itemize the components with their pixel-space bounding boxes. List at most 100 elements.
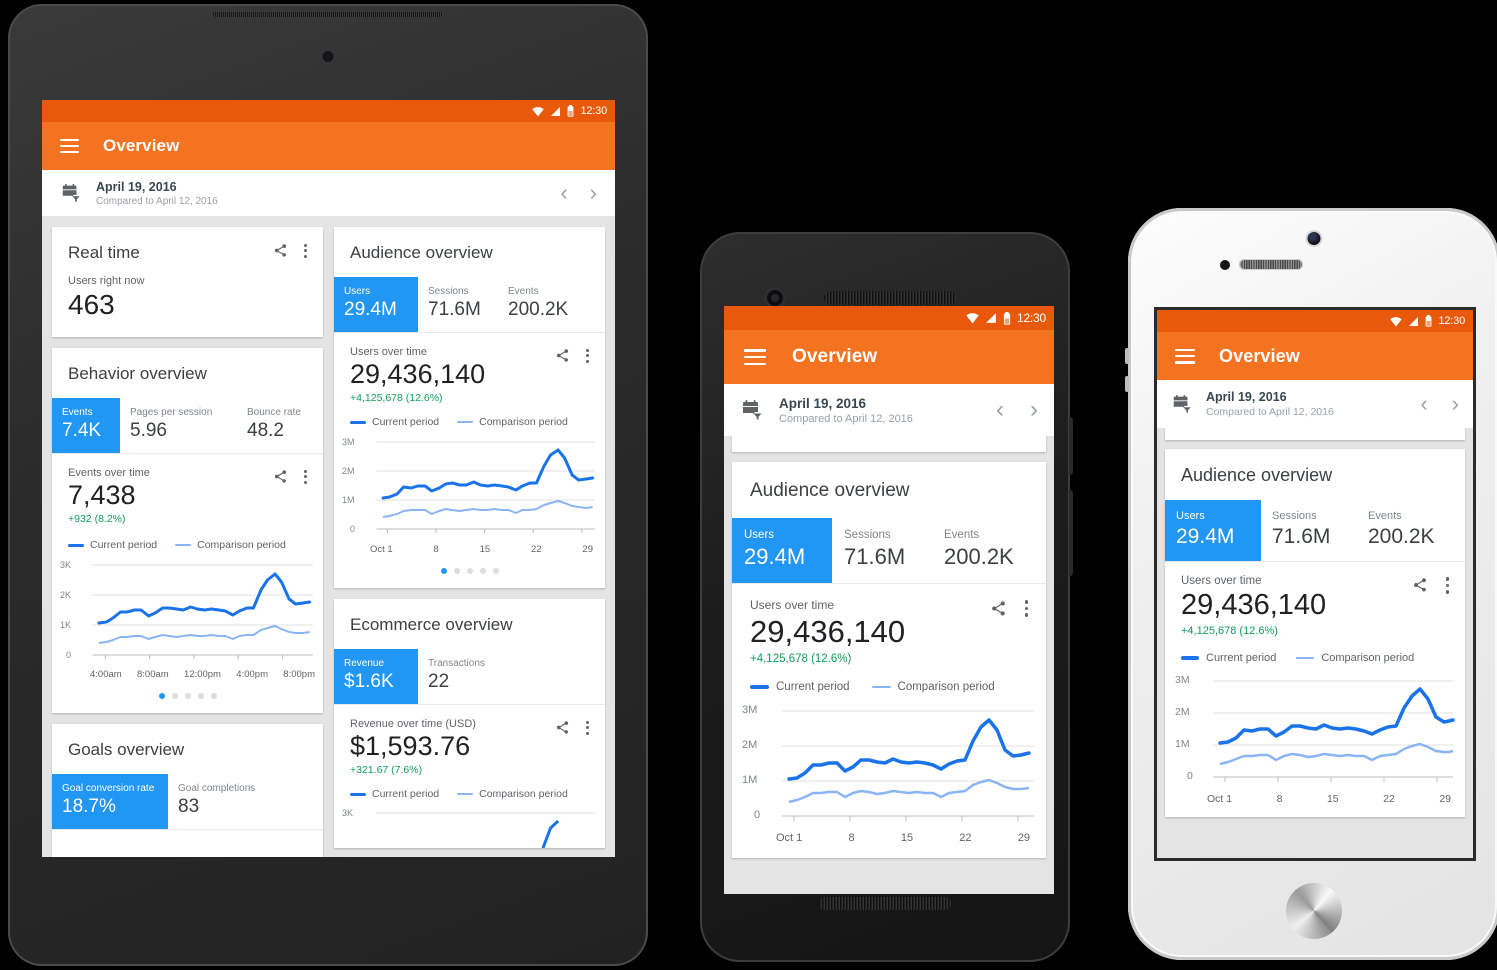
- y-tick-3m: 3M: [1175, 674, 1190, 686]
- date-compare-label: Compared to April 12, 2016: [1206, 406, 1334, 418]
- card-audience-overview: Audience overview Users 29.4M Sessions 7…: [334, 227, 605, 588]
- audience-page-dots[interactable]: [334, 555, 605, 588]
- x-tick: Oct 1: [370, 544, 393, 555]
- phone-dashboard-scroll[interactable]: Audience overview Users 29.4M Sessions 7…: [1157, 428, 1473, 858]
- metric-transactions[interactable]: Transactions 22: [418, 649, 605, 704]
- metric-revenue[interactable]: Revenue $1.6K: [334, 649, 418, 704]
- tablet-date-bar[interactable]: April 19, 2016 Compared to April 12, 201…: [42, 170, 615, 216]
- prev-period-button[interactable]: ‹: [1420, 393, 1427, 415]
- metric-sessions[interactable]: Sessions 71.6M: [1261, 500, 1357, 561]
- x-tick: 8:00pm: [283, 669, 315, 680]
- legend-current-period: Current period: [350, 788, 439, 800]
- prev-period-button[interactable]: ‹: [996, 398, 1004, 422]
- metric-label: Events: [62, 407, 93, 418]
- metric-goal-conversion-rate[interactable]: Goal conversion rate 18.7%: [52, 774, 168, 829]
- legend-current-period: Current period: [750, 681, 850, 693]
- volume-button[interactable]: [1069, 490, 1073, 576]
- legend-comparison-period: Comparison period: [457, 416, 568, 428]
- card-title: Ecommerce overview: [350, 615, 513, 634]
- share-icon[interactable]: [555, 348, 570, 363]
- realtime-label: Users right now: [68, 275, 145, 287]
- metric-events[interactable]: Events 200.2K: [498, 277, 605, 332]
- legend-label: Current period: [1206, 652, 1277, 664]
- metric-bounce-rate[interactable]: Bounce rate 48.2: [237, 398, 323, 453]
- share-icon[interactable]: [555, 720, 570, 735]
- y-tick-1m: 1M: [1175, 738, 1190, 750]
- more-vertical-icon[interactable]: [1024, 600, 1028, 617]
- behavior-chart: 3K 2K 1K 0: [60, 557, 315, 669]
- next-period-button[interactable]: ›: [1030, 398, 1038, 422]
- home-button[interactable]: [1286, 883, 1342, 939]
- card-audience-overview: Audience overview Users 29.4M Sessions 7…: [732, 462, 1046, 858]
- metric-pages-per-session[interactable]: Pages per session 5.96: [120, 398, 237, 453]
- metric-value: 18.7%: [62, 796, 116, 817]
- metric-users[interactable]: Users 29.4M: [1165, 500, 1261, 561]
- legend-comparison-period: Comparison period: [871, 681, 995, 693]
- date-range-label: April 19, 2016: [779, 395, 867, 411]
- metric-label: Sessions: [844, 529, 891, 541]
- android-front-camera-icon: [767, 290, 783, 306]
- y-tick-2m: 2M: [342, 466, 355, 476]
- share-icon[interactable]: [990, 600, 1007, 617]
- metric-users[interactable]: Users 29.4M: [732, 518, 832, 583]
- chart-value: 29,436,140: [750, 614, 906, 649]
- metric-events[interactable]: Events 200.2K: [932, 518, 1046, 583]
- behavior-page-dots[interactable]: [52, 680, 323, 713]
- ecommerce-chart: 3K: [342, 808, 597, 848]
- power-button[interactable]: [1069, 417, 1073, 475]
- tablet-dashboard-scroll[interactable]: Real time Users right now 463 Behavior o…: [42, 216, 615, 857]
- android-earpiece-grille: [824, 291, 956, 305]
- status-time: 12:30: [1016, 311, 1046, 325]
- more-vertical-icon[interactable]: [304, 469, 307, 484]
- phone-date-bar[interactable]: April 19, 2016 Compared to April 12, 201…: [724, 384, 1054, 436]
- share-icon[interactable]: [1412, 577, 1428, 593]
- more-vertical-icon[interactable]: [304, 243, 307, 258]
- share-icon[interactable]: [273, 243, 288, 258]
- metric-value: 200.2K: [508, 299, 569, 320]
- volume-up-button[interactable]: [1125, 348, 1129, 364]
- card-partial-above: [1165, 428, 1465, 440]
- legend-comparison-period: Comparison period: [175, 539, 286, 551]
- cellular-signal-icon: [986, 313, 996, 323]
- more-vertical-icon[interactable]: [1445, 577, 1449, 594]
- phone-date-bar[interactable]: April 19, 2016 Compared to April 12, 201…: [1157, 380, 1473, 428]
- metric-sessions[interactable]: Sessions 71.6M: [418, 277, 498, 332]
- x-tick: 29: [1439, 793, 1451, 805]
- card-partial-above: [732, 436, 1046, 452]
- x-tick: 29: [582, 544, 593, 555]
- behavior-metrics-row: Events 7.4K Pages per session 5.96 Bounc…: [52, 398, 323, 454]
- next-period-button[interactable]: ›: [590, 182, 597, 204]
- prev-period-button[interactable]: ‹: [560, 182, 567, 204]
- status-time: 12:30: [1438, 315, 1465, 327]
- metric-label: Events: [508, 286, 539, 297]
- metric-goal-completions[interactable]: Goal completions 83: [168, 774, 323, 829]
- page-title: Overview: [792, 346, 878, 367]
- metric-sessions[interactable]: Sessions 71.6M: [832, 518, 932, 583]
- hamburger-menu-icon[interactable]: [744, 349, 766, 365]
- metric-events[interactable]: Events 7.4K: [52, 398, 120, 453]
- hamburger-menu-icon[interactable]: [60, 139, 79, 153]
- volume-down-button[interactable]: [1125, 376, 1129, 392]
- more-vertical-icon[interactable]: [586, 720, 589, 735]
- more-vertical-icon[interactable]: [586, 348, 589, 363]
- tablet-front-camera-icon: [322, 51, 334, 62]
- audience-chart-svg: [742, 701, 1036, 821]
- metric-events[interactable]: Events 200.2K: [1357, 500, 1465, 561]
- metric-value: 83: [178, 796, 200, 817]
- date-range-label: April 19, 2016: [96, 179, 177, 194]
- android-phone-device: 12:30 Overview April 19, 2016 Compared t…: [700, 232, 1073, 962]
- metric-label: Transactions: [428, 658, 485, 669]
- metric-label: Bounce rate: [247, 407, 301, 418]
- hamburger-menu-icon[interactable]: [1175, 348, 1195, 364]
- next-period-button[interactable]: ›: [1452, 393, 1459, 415]
- legend-label: Current period: [90, 539, 158, 551]
- phone-dashboard-scroll[interactable]: Audience overview Users 29.4M Sessions 7…: [724, 436, 1054, 894]
- y-tick-2m: 2M: [742, 739, 758, 751]
- legend-label: Comparison period: [479, 788, 568, 800]
- share-icon[interactable]: [273, 469, 288, 484]
- metric-users[interactable]: Users 29.4M: [334, 277, 418, 332]
- chart-delta: +321.67 (7.6%): [350, 764, 423, 776]
- metric-label: Goal conversion rate: [62, 783, 155, 794]
- metric-label: Revenue: [344, 658, 385, 669]
- audience-metrics-row: Users 29.4M Sessions 71.6M Events 200.2K: [732, 518, 1046, 584]
